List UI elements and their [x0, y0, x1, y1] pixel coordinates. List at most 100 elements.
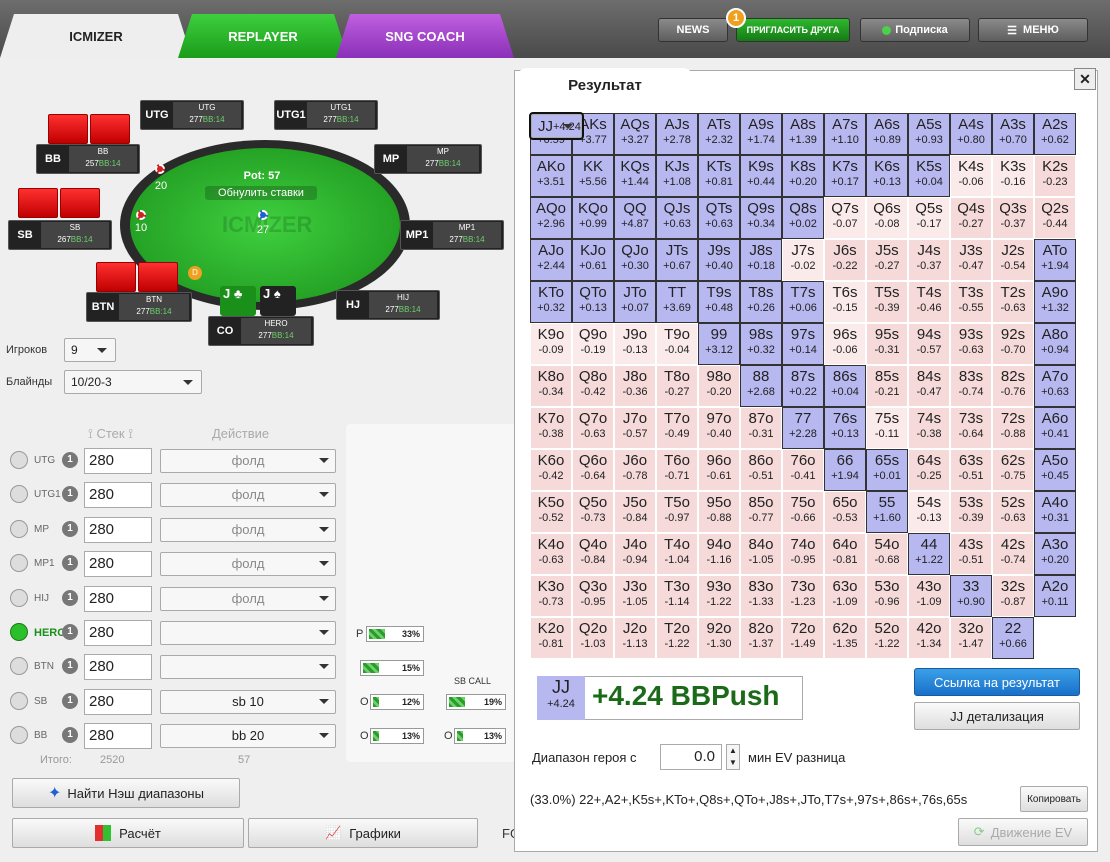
hand-cell[interactable]: 63o -1.09 — [825, 576, 865, 616]
hand-cell[interactable]: JJ +4.24 — [529, 112, 584, 140]
hand-cell[interactable]: KJo +0.61 — [572, 239, 614, 281]
hand-cell[interactable]: 55 +1.60 — [866, 491, 908, 533]
hand-cell[interactable]: 86o -0.51 — [741, 450, 781, 490]
hand-cell[interactable]: A4o +0.31 — [1034, 491, 1076, 533]
hand-cell[interactable]: T8s +0.26 — [740, 281, 782, 323]
result-link-button[interactable]: Ссылка на результат — [914, 668, 1080, 696]
hand-cell[interactable]: 74s -0.38 — [909, 408, 949, 448]
hand-cell[interactable]: J3s -0.47 — [951, 240, 991, 280]
hand-cell[interactable]: QJs +0.63 — [656, 197, 698, 239]
hand-cell[interactable]: K7s +0.17 — [824, 155, 866, 197]
hand-cell[interactable]: T4s -0.46 — [909, 282, 949, 322]
hand-cell[interactable]: 92s -0.70 — [993, 324, 1033, 364]
row-radio[interactable] — [10, 691, 28, 710]
hand-cell[interactable]: 43s -0.51 — [951, 534, 991, 574]
hand-cell[interactable]: AJo +2.44 — [530, 239, 572, 281]
hand-cell[interactable]: 76o -0.41 — [783, 450, 823, 490]
hand-cell[interactable]: AKo +3.51 — [530, 155, 572, 197]
hand-cell[interactable]: K8o -0.34 — [531, 366, 571, 406]
hand-detail-button[interactable]: JJ детализация — [914, 702, 1080, 730]
hand-cell[interactable]: 62o -1.35 — [825, 618, 865, 658]
hand-cell[interactable]: 54o -0.68 — [867, 534, 907, 574]
hand-cell[interactable]: Q7s -0.07 — [825, 198, 865, 238]
hand-cell[interactable]: 83s -0.74 — [951, 366, 991, 406]
blinds-select[interactable]: 10/20-3 — [64, 370, 202, 394]
hand-cell[interactable]: 99 +3.12 — [698, 323, 740, 365]
hand-cell[interactable]: 95o -0.88 — [699, 492, 739, 532]
hand-cell[interactable]: 73s -0.64 — [951, 408, 991, 448]
hand-cell[interactable]: 53s -0.39 — [951, 492, 991, 532]
seat-hero[interactable]: CO HERO 277BB:14 — [208, 316, 314, 346]
row-action-select[interactable] — [160, 621, 336, 645]
news-button[interactable]: NEWS — [658, 18, 728, 42]
hand-cell[interactable]: K6s +0.13 — [866, 155, 908, 197]
hand-cell[interactable]: 93s -0.63 — [951, 324, 991, 364]
hand-cell[interactable]: 98s +0.32 — [740, 323, 782, 365]
hand-cell[interactable]: A3o +0.20 — [1034, 533, 1076, 575]
hand-cell[interactable]: A9o +1.32 — [1034, 281, 1076, 323]
hand-cell[interactable]: K7o -0.38 — [531, 408, 571, 448]
invite-friend-button[interactable]: ПРИГЛАСИТЬ ДРУГА — [736, 18, 850, 42]
row-action-select[interactable]: bb 20 — [160, 724, 336, 749]
row-stack-input[interactable]: 280 — [84, 516, 152, 543]
hand-cell[interactable]: QQ +4.87 — [614, 197, 656, 239]
hand-cell[interactable]: Q9s +0.34 — [740, 197, 782, 239]
row-action-select[interactable]: sb 10 — [160, 689, 336, 714]
hand-cell[interactable]: KJs +1.08 — [656, 155, 698, 197]
close-icon[interactable]: ✕ — [1074, 68, 1096, 90]
hand-cell[interactable]: K8s +0.20 — [782, 155, 824, 197]
hand-cell[interactable]: 83o -1.33 — [741, 576, 781, 616]
hand-cell[interactable]: 73o -1.23 — [783, 576, 823, 616]
hand-cell[interactable]: 65o -0.53 — [825, 492, 865, 532]
hand-cell[interactable]: 64s -0.25 — [909, 450, 949, 490]
hand-cell[interactable]: A6s +0.89 — [866, 113, 908, 155]
hand-cell[interactable]: 85s -0.21 — [867, 366, 907, 406]
hand-cell[interactable]: K4o -0.63 — [531, 534, 571, 574]
hand-cell[interactable]: T9o -0.04 — [657, 324, 697, 364]
hand-cell[interactable]: 96o -0.61 — [699, 450, 739, 490]
row-stack-input[interactable]: 280 — [84, 620, 152, 646]
hand-cell[interactable]: J6o -0.78 — [615, 450, 655, 490]
hand-cell[interactable]: 94o -1.16 — [699, 534, 739, 574]
hand-cell[interactable]: 54s -0.13 — [909, 492, 949, 532]
seat-btn[interactable]: BTN BTN 277BB:14 — [86, 292, 192, 322]
row-stack-input[interactable]: 280 — [84, 448, 152, 474]
hand-cell[interactable]: 22 +0.66 — [992, 617, 1034, 659]
seat-bb[interactable]: BB BB 257BB:14 — [36, 144, 140, 174]
hand-cell[interactable]: 77 +2.28 — [782, 407, 824, 449]
seat-utg1[interactable]: UTG1 UTG1 277BB:14 — [274, 100, 378, 130]
hand-cell[interactable]: 52s -0.63 — [993, 492, 1033, 532]
hand-cell[interactable]: J8s +0.18 — [740, 239, 782, 281]
hand-cell[interactable]: T6o -0.71 — [657, 450, 697, 490]
players-select[interactable]: 9 — [64, 338, 116, 362]
hand-cell[interactable]: K5s +0.04 — [908, 155, 950, 197]
seat-utg[interactable]: UTG UTG 277BB:14 — [140, 100, 244, 130]
hand-cell[interactable]: Q5o -0.73 — [573, 492, 613, 532]
hand-cell[interactable]: Q2s -0.44 — [1035, 198, 1075, 238]
hand-cell[interactable]: 32o -1.47 — [951, 618, 991, 658]
menu-button[interactable]: ☰ МЕНЮ — [978, 18, 1088, 42]
row-stack-input[interactable]: 280 — [84, 723, 152, 750]
hand-cell[interactable]: Q3s -0.37 — [993, 198, 1033, 238]
hand-cell[interactable]: 72o -1.49 — [783, 618, 823, 658]
hand-cell[interactable]: 72s -0.88 — [993, 408, 1033, 448]
result-tab[interactable]: Результат — [517, 68, 693, 102]
hand-cell[interactable]: TT +3.69 — [656, 281, 698, 323]
hand-cell[interactable]: Q2o -1.03 — [573, 618, 613, 658]
row-radio[interactable] — [10, 588, 28, 607]
hand-cell[interactable]: J7s -0.02 — [783, 240, 823, 280]
hand-cell[interactable]: 93o -1.22 — [699, 576, 739, 616]
hand-cell[interactable]: T7s +0.06 — [782, 281, 824, 323]
hand-cell[interactable]: 44 +1.22 — [908, 533, 950, 575]
hand-cell[interactable]: 63s -0.51 — [951, 450, 991, 490]
ev-motion-button[interactable]: ⟳ Движение EV — [958, 818, 1088, 846]
hand-cell[interactable]: J6s -0.22 — [825, 240, 865, 280]
subscription-button[interactable]: Подписка — [860, 18, 970, 42]
hand-cell[interactable]: AQo +2.96 — [530, 197, 572, 239]
hand-cell[interactable]: J9o -0.13 — [615, 324, 655, 364]
min-ev-stepper[interactable]: ▲ ▼ — [726, 744, 740, 770]
hand-cell[interactable]: J5s -0.27 — [867, 240, 907, 280]
hand-cell[interactable]: 84o -1.05 — [741, 534, 781, 574]
hand-cell[interactable]: T4o -1.04 — [657, 534, 697, 574]
seat-sb[interactable]: SB SB 267BB:14 — [8, 220, 112, 250]
